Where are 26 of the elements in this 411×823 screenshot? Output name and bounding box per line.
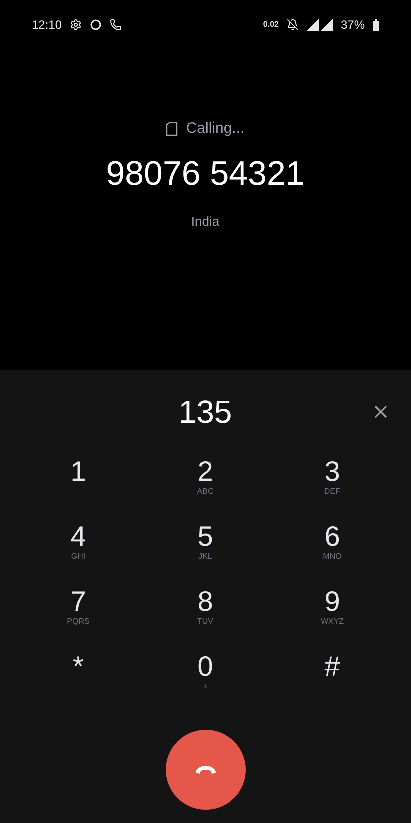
battery-icon xyxy=(373,19,379,31)
dial-key[interactable]: 0 + xyxy=(142,649,269,708)
dial-key[interactable]: 5 JKL xyxy=(142,519,269,578)
signal-icon xyxy=(306,19,333,31)
call-location: India xyxy=(191,212,220,230)
phone-number: 98076 54321 xyxy=(106,154,305,194)
status-time: 12:10 xyxy=(32,17,62,34)
battery-percent: 37% xyxy=(340,17,365,34)
dial-key[interactable]: * xyxy=(15,649,142,708)
bell-off-icon xyxy=(286,19,299,31)
dial-key[interactable]: 9 WXYZ xyxy=(269,584,396,643)
gear-icon xyxy=(70,19,82,31)
dialed-digits: 135 xyxy=(178,393,232,432)
dial-key[interactable]: 2 ABC xyxy=(142,454,269,513)
dial-key[interactable]: 4 GHI xyxy=(15,519,142,578)
call-status: Calling... xyxy=(186,119,245,139)
dial-key[interactable]: 3 DEF xyxy=(269,454,396,513)
dial-key[interactable]: 1 xyxy=(15,454,142,513)
data-speed: 0.02 xyxy=(263,19,279,31)
dial-key[interactable]: 6 MNO xyxy=(269,519,396,578)
dial-key[interactable]: 7 PQRS xyxy=(15,584,142,643)
dial-key[interactable]: 8 TUV xyxy=(142,584,269,643)
phone-handset-icon xyxy=(194,765,216,775)
phone-icon xyxy=(110,19,122,31)
sim-card-icon xyxy=(166,122,178,136)
dial-key[interactable]: # xyxy=(269,649,396,708)
